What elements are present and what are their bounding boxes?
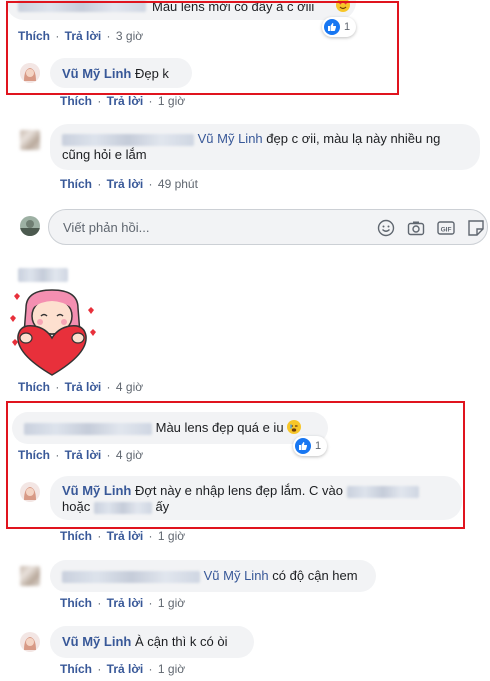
timestamp[interactable]: 1 giờ	[158, 596, 185, 610]
reply-composer[interactable]: Viết phản hồi... GIF	[48, 209, 488, 245]
reply-actions: Thích · Trả lời · 1 giờ	[60, 94, 186, 108]
reply-link[interactable]: Trả lời	[65, 380, 102, 394]
reply-link[interactable]: Trả lời	[107, 662, 144, 676]
comment-text-line2: cũng hỏi e lắm	[62, 147, 147, 162]
mention-link[interactable]: Vũ Mỹ Linh	[204, 568, 269, 583]
like-link[interactable]: Thích	[60, 177, 92, 191]
like-link[interactable]: Thích	[60, 529, 92, 543]
timestamp[interactable]: 1 giờ	[158, 529, 185, 543]
like-link[interactable]: Thích	[60, 662, 92, 676]
comment-actions: Thích · Trả lời · 1 giờ	[60, 596, 186, 610]
comment-bubble: Vũ Mỹ Linh có độ cận hem	[50, 560, 376, 592]
emoji-icon[interactable]	[377, 219, 395, 237]
sticker-image	[4, 286, 100, 378]
comment-actions: Thích · Trả lời · 4 giờ	[18, 380, 144, 394]
comment-text: đẹp c ơii, màu lạ này nhiều ng	[266, 131, 441, 146]
avatar[interactable]	[20, 130, 40, 150]
camera-icon[interactable]	[407, 219, 425, 237]
reply-input-placeholder: Viết phản hồi...	[63, 220, 150, 235]
blurred-author-name	[18, 268, 68, 282]
highlight-box	[6, 401, 465, 529]
timestamp[interactable]: 4 giờ	[116, 380, 143, 394]
like-link[interactable]: Thích	[18, 380, 50, 394]
comment-actions: Thích · Trả lời · 49 phút	[60, 177, 198, 191]
timestamp[interactable]: 49 phút	[158, 177, 198, 191]
comment-text: có độ cận hem	[272, 568, 358, 583]
reply-link[interactable]: Trả lời	[107, 177, 144, 191]
gif-icon[interactable]: GIF	[437, 219, 455, 237]
highlight-box	[6, 1, 399, 95]
current-user-avatar	[20, 216, 40, 236]
avatar[interactable]	[20, 566, 40, 586]
timestamp[interactable]: 1 giờ	[158, 94, 185, 108]
svg-text:GIF: GIF	[441, 226, 452, 233]
reply-link[interactable]: Trả lời	[107, 94, 144, 108]
timestamp[interactable]: 1 giờ	[158, 662, 185, 676]
sticker-icon[interactable]	[467, 219, 485, 237]
mention-link[interactable]: Vũ Mỹ Linh	[198, 131, 263, 146]
reply-link[interactable]: Trả lời	[107, 529, 144, 543]
reply-link[interactable]: Trả lời	[107, 596, 144, 610]
reply-actions: Thích · Trả lời · 1 giờ	[60, 529, 186, 543]
like-link[interactable]: Thích	[60, 94, 92, 108]
reply-bubble: Vũ Mỹ Linh À cận thì k có òi	[50, 626, 254, 658]
reply-actions: Thích · Trả lời · 1 giờ	[60, 662, 186, 676]
comment-bubble: Vũ Mỹ Linh đẹp c ơii, màu lạ này nhiều n…	[50, 124, 480, 170]
blurred-author-name	[62, 570, 200, 583]
blurred-author-name	[62, 133, 194, 146]
like-link[interactable]: Thích	[60, 596, 92, 610]
reply-text: À cận thì k có òi	[134, 634, 228, 649]
author-name[interactable]: Vũ Mỹ Linh	[62, 634, 131, 649]
avatar[interactable]	[20, 632, 40, 652]
